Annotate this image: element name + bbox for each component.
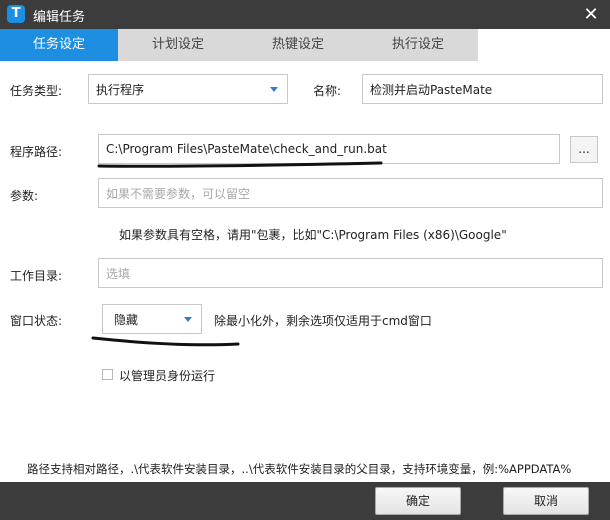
task-type-select[interactable]: 执行程序 [88,74,288,104]
ok-button[interactable]: 确定 [375,487,461,515]
run-as-admin-label: 以管理员身份运行 [119,369,216,383]
app-logo-icon: T [7,5,25,23]
parameters-hint: 如果参数具有空格，请用"包裹，比如"C:\Program Files (x86)… [119,228,507,242]
window-state-hint: 除最小化外，剩余选项仅适用于cmd窗口 [214,314,432,328]
name-value: 检测并启动PasteMate [370,82,493,97]
working-dir-input[interactable]: 选填 [98,258,603,288]
dialog-footer: 确定 取消 [0,482,610,520]
name-label: 名称: [313,84,342,98]
browse-button[interactable]: ... [570,136,598,163]
window-state-value: 隐藏 [114,312,139,327]
name-input[interactable]: 检测并启动PasteMate [362,74,603,104]
tab-schedule-settings[interactable]: 计划设定 [118,29,238,61]
tab-task-settings[interactable]: 任务设定 [0,29,118,61]
working-dir-placeholder: 选填 [106,266,131,281]
parameters-label: 参数: [10,189,39,203]
title-bar: T 编辑任务 ✕ [0,0,610,29]
cancel-button[interactable]: 取消 [503,487,589,515]
chevron-down-icon [184,317,192,322]
program-path-label: 程序路径: [10,145,63,159]
program-path-input[interactable]: C:\Program Files\PasteMate\check_and_run… [98,134,560,164]
chevron-down-icon [270,87,278,92]
parameters-placeholder: 如果不需要参数，可以留空 [106,186,251,201]
parameters-input[interactable]: 如果不需要参数，可以留空 [98,178,603,208]
tab-bar: 任务设定 计划设定 热键设定 执行设定 [0,29,610,61]
window-state-label: 窗口状态: [10,314,63,328]
program-path-value: C:\Program Files\PasteMate\check_and_run… [106,142,387,156]
task-type-value: 执行程序 [96,82,145,97]
ink-underline-window-state [91,336,240,347]
tab-execution-settings[interactable]: 执行设定 [358,29,478,61]
task-type-label: 任务类型: [10,84,63,98]
close-button[interactable]: ✕ [580,4,602,26]
run-as-admin-checkbox[interactable] [102,369,113,380]
working-dir-label: 工作目录: [10,269,63,283]
window-state-select[interactable]: 隐藏 [102,304,202,334]
window-title: 编辑任务 [33,10,86,25]
path-support-hint: 路径支持相对路径，.\代表软件安装目录，..\代表软件安装目录的父目录，支持环境… [27,462,572,476]
tab-hotkey-settings[interactable]: 热键设定 [238,29,358,61]
